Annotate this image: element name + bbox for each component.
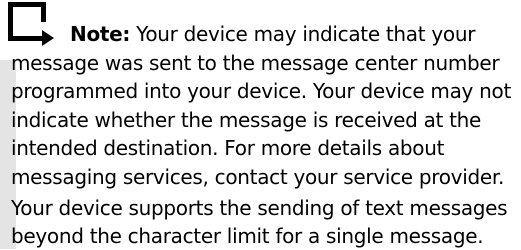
note-line: indicate whether the message is received… [11, 107, 482, 132]
note-line: intended destination. For more details a… [11, 136, 445, 160]
body-line: beyond the character limit for a single … [11, 224, 484, 248]
note-line: message was sent to the message center n… [11, 50, 500, 75]
note-line: Your device may indicate that your [136, 22, 476, 46]
body-line: Your device supports the sending of text… [11, 196, 508, 220]
note-label: Note: [70, 22, 131, 46]
body-paragraph: Your device supports the sending of text… [11, 194, 516, 250]
note-line: messaging services, contact your service… [11, 164, 505, 189]
note-paragraph: Note: Your device may indicate that your m… [11, 20, 516, 191]
note-line: programmed into your device. Your device… [11, 79, 512, 103]
